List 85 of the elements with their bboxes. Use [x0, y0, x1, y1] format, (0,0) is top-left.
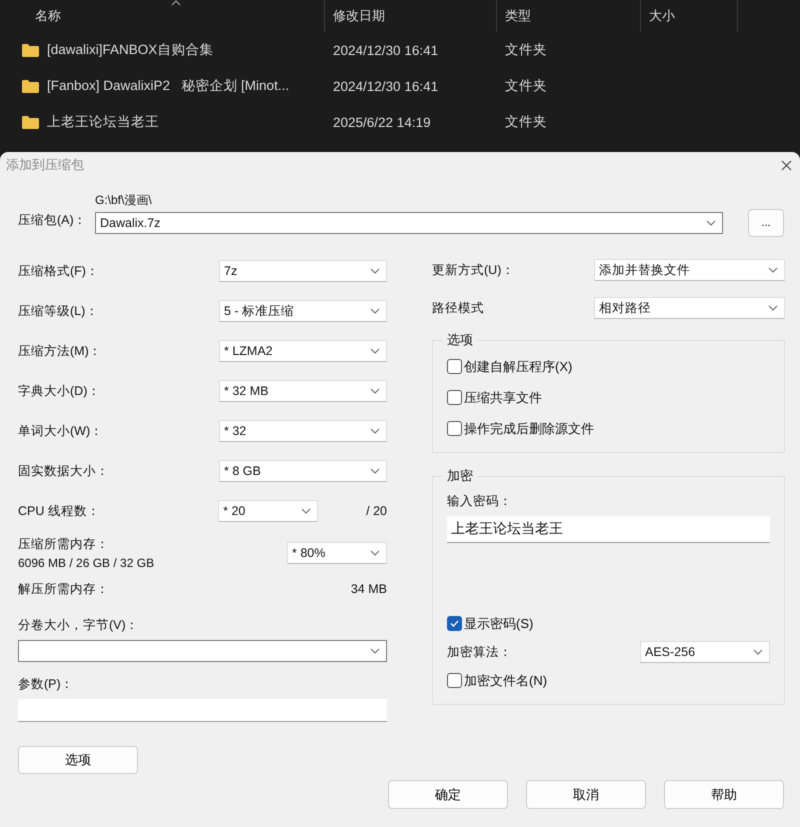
memory-usage: 6096 MB / 26 GB / 32 GB: [18, 556, 154, 570]
date-modified: 2025/6/22 14:19: [332, 114, 432, 130]
field-label: 加密算法：: [447, 644, 512, 660]
checkbox-label[interactable]: 压缩共享文件: [464, 388, 542, 406]
chevron-down-icon: [370, 388, 380, 394]
password-field[interactable]: 上老王论坛当老王: [447, 516, 770, 543]
file-name[interactable]: 上老王论坛当老王: [47, 113, 159, 131]
checkbox-label[interactable]: 创建自解压程序(X): [464, 358, 572, 376]
field-label: 解压所需内存：: [18, 580, 109, 598]
chevron-down-icon: [768, 267, 778, 273]
field-label: 单词大小(W)：: [18, 422, 104, 440]
field-label: 更新方式(U)：: [432, 262, 514, 278]
chevron-down-icon: [370, 648, 380, 654]
checkbox[interactable]: [447, 616, 462, 631]
chevron-down-icon: [706, 220, 716, 226]
group-title: 选项: [446, 331, 474, 349]
field-label: 路径模式: [432, 300, 484, 316]
dialog-button[interactable]: 帮助: [664, 780, 784, 809]
column-header[interactable]: 类型: [497, 0, 641, 32]
chevron-down-icon: [370, 268, 380, 274]
checkbox-label[interactable]: 加密文件名(N): [464, 672, 548, 690]
checkmark-icon: [450, 620, 459, 627]
field-label: 压缩所需内存：: [18, 536, 110, 553]
dropdown[interactable]: * 32 MB: [219, 380, 387, 402]
field-label: 分卷大小，字节(V)：: [18, 617, 140, 634]
field-label: 输入密码：: [447, 493, 513, 510]
field-label: 压缩等级(L)：: [18, 302, 98, 320]
group-title: 加密: [446, 467, 474, 485]
chevron-down-icon: [753, 649, 763, 655]
chevron-down-icon: [301, 508, 312, 514]
checkbox[interactable]: [447, 421, 462, 436]
column-header[interactable]: 大小: [641, 0, 738, 32]
field-label: 固实数据大小：: [18, 462, 109, 480]
date-modified: 2024/12/30 16:41: [332, 78, 440, 94]
checkbox[interactable]: [447, 359, 462, 374]
column-header[interactable]: 修改日期: [325, 0, 497, 32]
column-header[interactable]: 名称: [0, 0, 325, 32]
memory-value: 34 MB: [350, 582, 387, 596]
checkbox[interactable]: [447, 673, 462, 688]
file-name[interactable]: [Fanbox] DawalixiP2 秘密企划 [Minot...: [47, 77, 290, 95]
dropdown[interactable]: 添加并替换文件: [594, 259, 785, 281]
file-type: 文件夹: [504, 41, 548, 59]
chevron-down-icon: [370, 308, 380, 314]
dialog-button[interactable]: 确定: [388, 780, 508, 809]
dropdown[interactable]: * 32: [219, 420, 387, 442]
dialog-button[interactable]: 取消: [526, 780, 646, 809]
sort-caret-icon: [171, 0, 181, 6]
dropdown[interactable]: * 80%: [287, 542, 387, 564]
dropdown[interactable]: * LZMA2: [219, 340, 387, 362]
window-title: 添加到压缩包: [6, 156, 84, 174]
checkbox-label[interactable]: 操作完成后删除源文件: [464, 420, 594, 438]
chevron-down-icon: [370, 348, 380, 354]
folder-icon: [22, 80, 39, 92]
options-button[interactable]: 选项: [18, 746, 138, 774]
field-label: 参数(P)：: [18, 676, 75, 693]
folder-icon: [22, 116, 39, 128]
dropdown[interactable]: * 20: [218, 500, 318, 522]
file-name[interactable]: [dawalixi]FANBOX自购合集: [47, 41, 214, 59]
field-label: 压缩包(A)：: [18, 212, 88, 229]
chevron-down-icon: [768, 305, 778, 311]
field-label: 压缩方法(M)：: [18, 342, 102, 360]
chevron-down-icon: [370, 468, 380, 474]
file-type: 文件夹: [504, 113, 548, 131]
field-label: CPU 线程数：: [18, 502, 100, 520]
folder-icon: [22, 44, 39, 56]
date-modified: 2024/12/30 16:41: [332, 42, 440, 58]
close-icon[interactable]: [781, 160, 792, 170]
archive-path: G:\bf\漫画\: [95, 192, 153, 209]
dropdown[interactable]: 相对路径: [594, 297, 785, 319]
checkbox-label[interactable]: 显示密码(S): [464, 614, 534, 632]
dropdown[interactable]: [18, 640, 387, 662]
field-label: 压缩格式(F)：: [18, 262, 99, 280]
browse-button[interactable]: ...: [748, 209, 784, 237]
chevron-down-icon: [370, 428, 380, 434]
parameters-field[interactable]: [18, 699, 387, 722]
file-type: 文件夹: [504, 77, 548, 95]
dropdown[interactable]: AES-256: [640, 641, 770, 663]
checkbox[interactable]: [447, 390, 462, 405]
chevron-down-icon: [370, 550, 380, 556]
dropdown[interactable]: 7z: [219, 260, 387, 282]
dropdown[interactable]: 5 - 标准压缩: [219, 300, 387, 322]
thread-max: / 20: [366, 504, 387, 518]
archive-name-field[interactable]: Dawalix.7z: [95, 212, 723, 234]
field-label: 字典大小(D)：: [18, 382, 100, 400]
dropdown[interactable]: * 8 GB: [219, 460, 387, 482]
